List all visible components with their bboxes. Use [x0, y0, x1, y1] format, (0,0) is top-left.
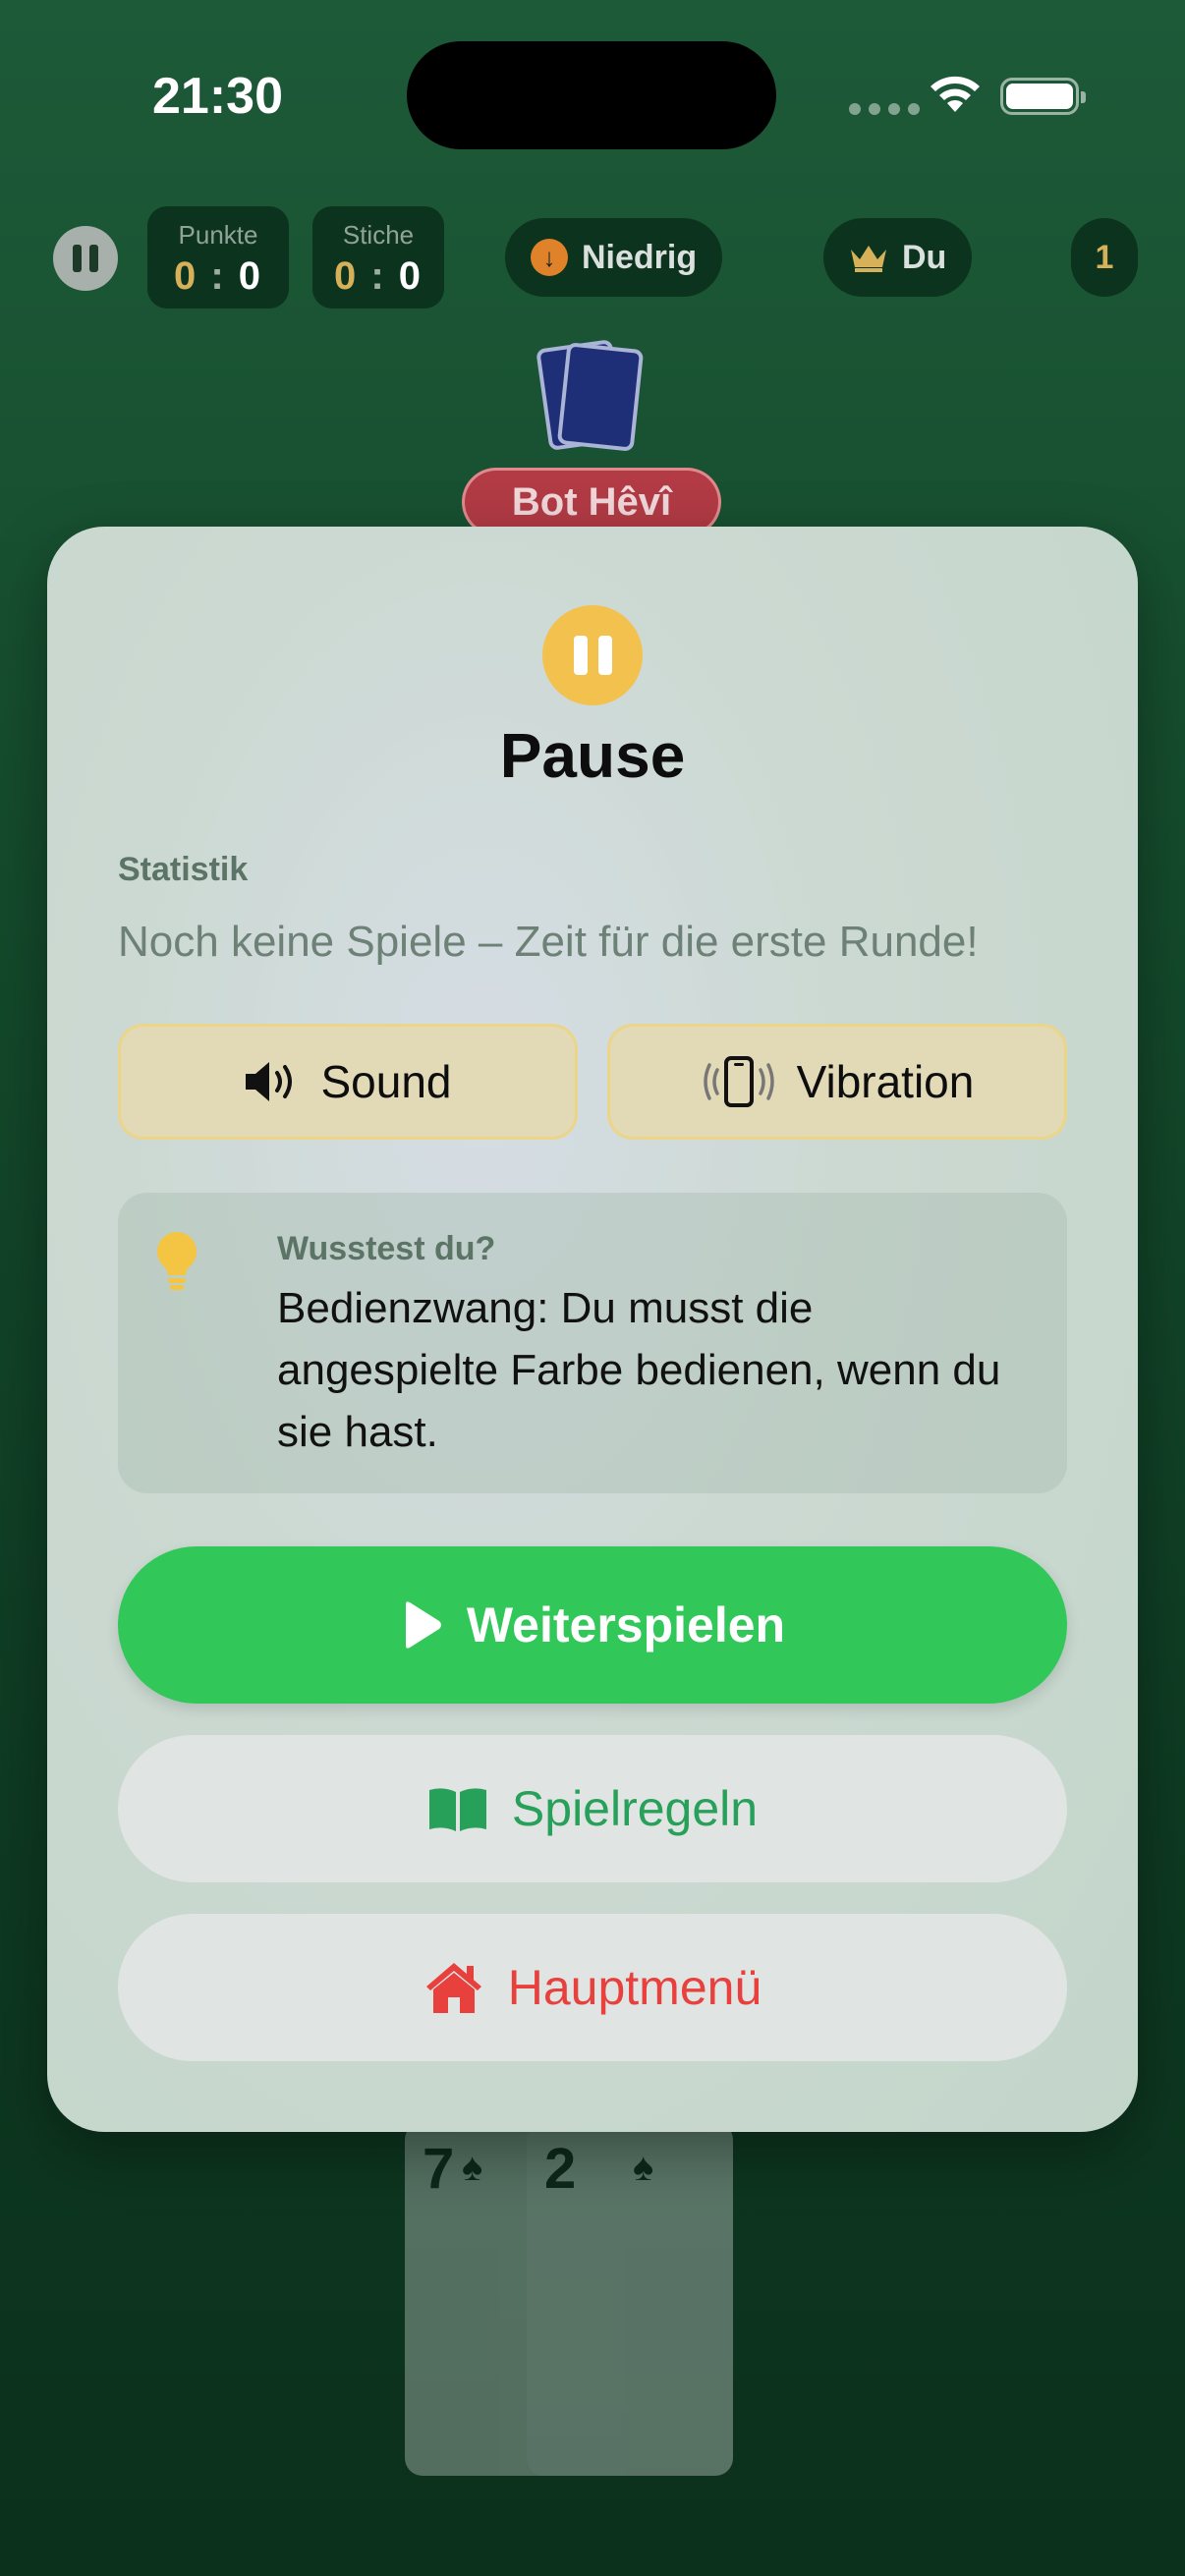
- rules-label: Spielregeln: [511, 1781, 759, 1836]
- playing-card: 2 ♠: [527, 2122, 733, 2476]
- leader-label: Du: [902, 238, 947, 276]
- player-hand: 7 ♠ 2 ♠: [405, 2122, 778, 2476]
- crown-icon: [851, 246, 886, 272]
- tricks-scoreboard: Stiche 0 : 0: [312, 206, 444, 308]
- play-icon: [405, 1601, 441, 1649]
- pause-dialog: Pause Statistik Noch keine Spiele – Zeit…: [47, 527, 1138, 2132]
- main-menu-button[interactable]: Hauptmenü: [118, 1914, 1067, 2061]
- tricks-score: 0 : 0: [333, 254, 423, 298]
- sound-toggle[interactable]: Sound: [118, 1024, 578, 1140]
- vibration-toggle[interactable]: Vibration: [607, 1024, 1067, 1140]
- points-scoreboard: Punkte 0 : 0: [147, 206, 289, 308]
- cellular-signal-icon: [849, 103, 920, 115]
- phone-vibrate-icon: [703, 1056, 774, 1107]
- vibration-label: Vibration: [796, 1056, 975, 1107]
- lightbulb-icon: [157, 1232, 197, 1290]
- wifi-icon: [931, 76, 980, 112]
- main-menu-label: Hauptmenü: [507, 1960, 762, 2015]
- continue-button[interactable]: Weiterspielen: [118, 1546, 1067, 1704]
- continue-label: Weiterspielen: [466, 1597, 786, 1652]
- round-counter: 1: [1071, 218, 1138, 297]
- opponent-card-stack: [536, 339, 647, 452]
- tip-body: Bedienzwang: Du musst die angespielte Fa…: [277, 1284, 1001, 1456]
- dynamic-island: [407, 41, 776, 149]
- status-time: 21:30: [152, 68, 283, 125]
- tip-heading: Wusstest du?: [277, 1230, 496, 1267]
- leader-badge: Du: [823, 218, 973, 297]
- book-icon: [428, 1788, 486, 1831]
- rules-button[interactable]: Spielregeln: [118, 1735, 1067, 1882]
- statistics-text: Noch keine Spiele – Zeit für die erste R…: [118, 918, 979, 966]
- arrow-down-circle-icon: ↓: [531, 239, 568, 276]
- mode-badge: ↓ Niedrig: [505, 218, 723, 297]
- tip-card: Wusstest du? Bedienzwang: Du musst die a…: [118, 1193, 1067, 1493]
- house-icon: [425, 1963, 481, 2013]
- dialog-title: Pause: [499, 720, 686, 791]
- speaker-icon: [246, 1062, 293, 1101]
- points-label: Punkte: [178, 220, 258, 250]
- mode-label: Niedrig: [582, 238, 698, 276]
- pause-button[interactable]: [53, 226, 118, 291]
- statistics-label: Statistik: [118, 851, 249, 888]
- pause-icon: [542, 605, 643, 705]
- sound-label: Sound: [320, 1056, 452, 1107]
- tricks-label: Stiche: [342, 220, 415, 250]
- battery-icon: [1000, 78, 1086, 115]
- points-score: 0 : 0: [173, 254, 263, 298]
